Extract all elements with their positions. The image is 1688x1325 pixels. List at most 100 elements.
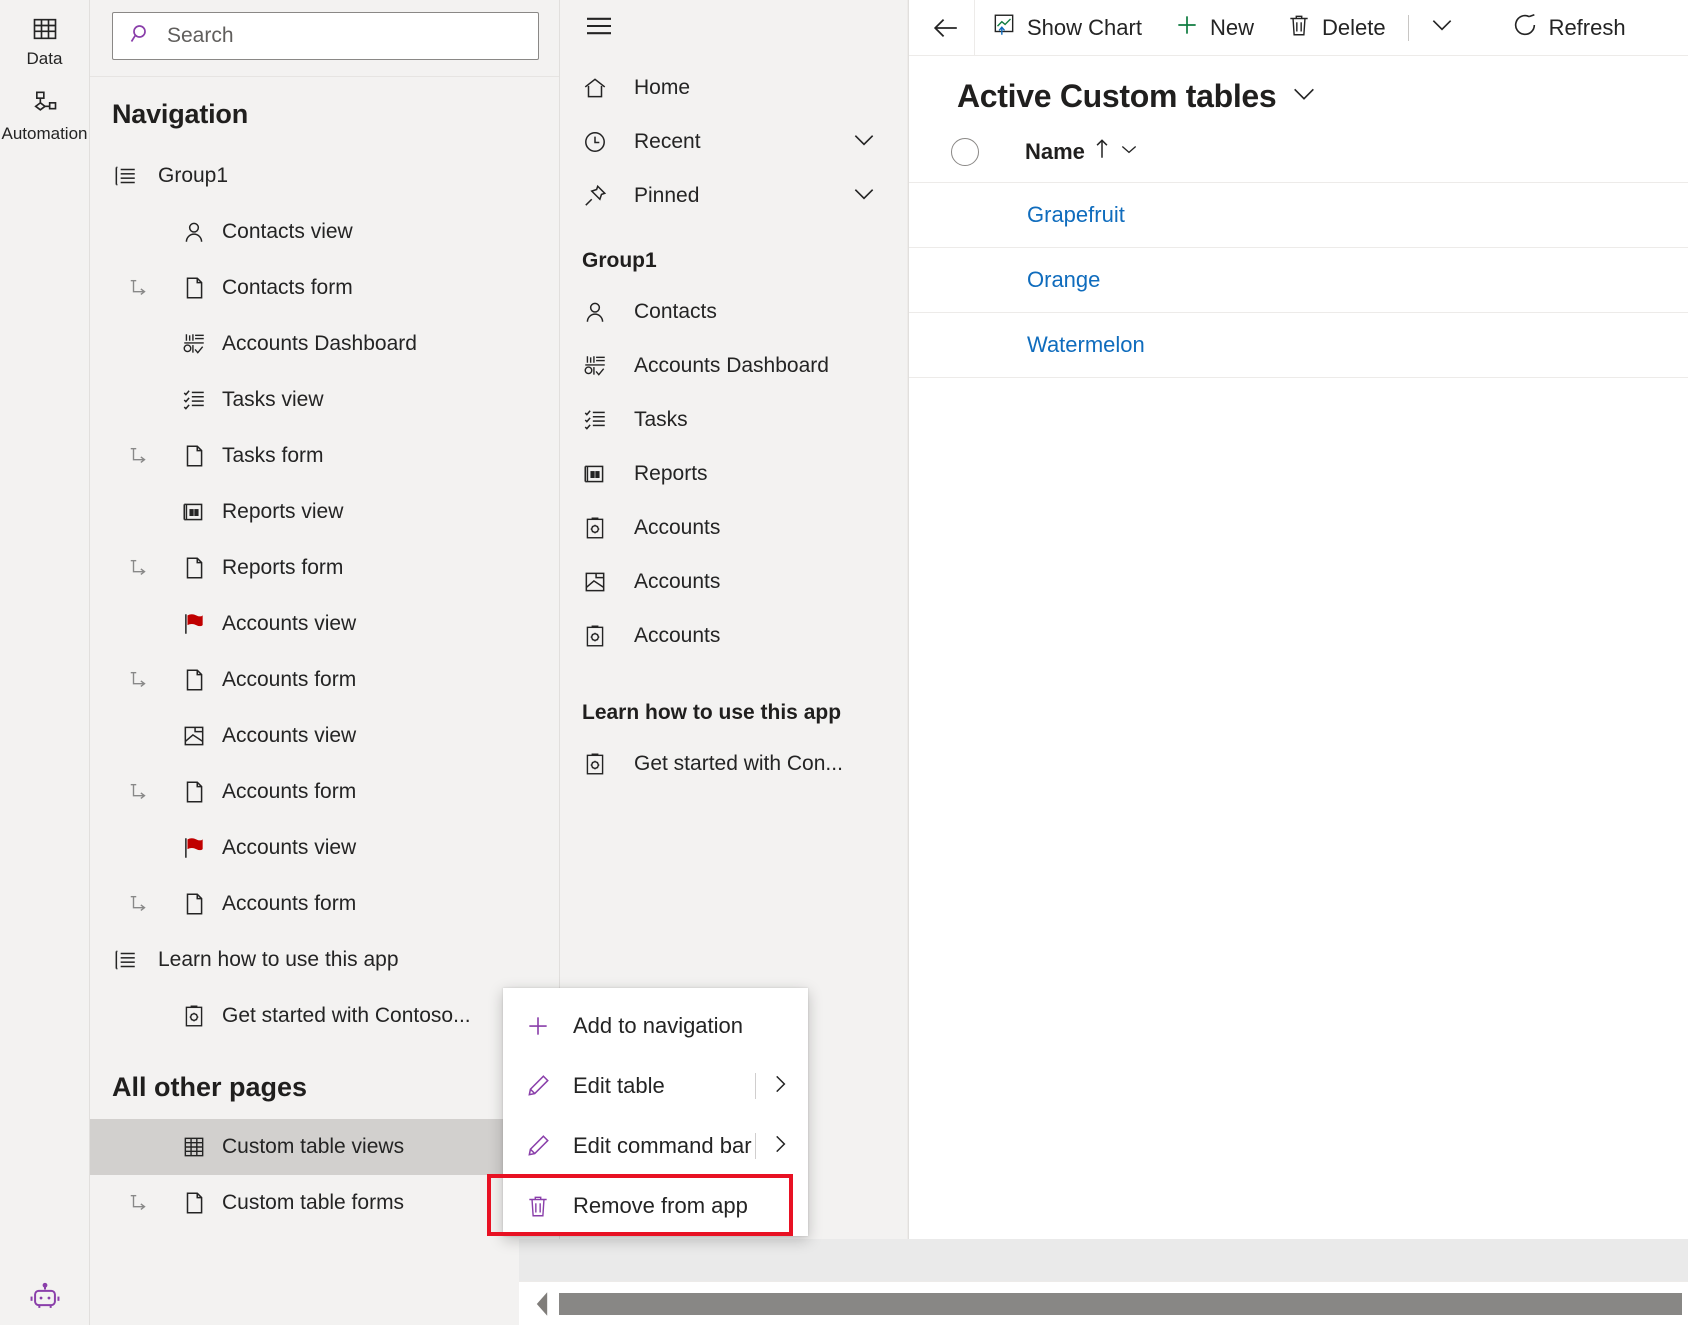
- app-nav-item-accounts-dashboard[interactable]: Accounts Dashboard: [560, 339, 907, 393]
- scroll-left-arrow-icon[interactable]: [525, 1291, 559, 1317]
- app-nav-item-home[interactable]: Home: [560, 61, 907, 115]
- app-nav-label: Accounts: [634, 516, 721, 539]
- nav-item-contacts-form[interactable]: Contacts form: [90, 260, 559, 316]
- nav-item-accounts-view-2[interactable]: Accounts view: [90, 708, 559, 764]
- nav-item-group1[interactable]: Group1: [90, 148, 559, 204]
- plus-icon: [525, 1013, 573, 1039]
- clipboard-gear-icon: [582, 623, 634, 649]
- nav-item-learn-group[interactable]: Learn how to use this app: [90, 932, 559, 988]
- horizontal-scrollbar[interactable]: [519, 1281, 1688, 1325]
- app-nav-item-recent[interactable]: Recent: [560, 115, 907, 169]
- search-placeholder: Search: [167, 24, 234, 47]
- row-link-name[interactable]: Watermelon: [1027, 332, 1145, 358]
- rail-item-automation[interactable]: Automation: [0, 69, 89, 144]
- app-nav-item-tasks[interactable]: Tasks: [560, 393, 907, 447]
- subitem-arrow-icon: [128, 669, 174, 691]
- app-nav-item-accounts-2[interactable]: Accounts: [560, 555, 907, 609]
- chevron-down-icon[interactable]: [1290, 84, 1318, 109]
- nav-item-label: Custom table forms: [222, 1191, 405, 1214]
- nav-item-accounts-view-3[interactable]: Accounts view: [90, 820, 559, 876]
- context-menu: Add to navigation Edit table Edit comman…: [503, 988, 808, 1236]
- app-nav-group-heading-learn: Learn how to use this app: [582, 701, 842, 724]
- app-nav-item-accounts-1[interactable]: Accounts: [560, 501, 907, 555]
- report-bar-icon: [174, 499, 214, 525]
- pencil-icon: [525, 1133, 573, 1159]
- chevron-right-icon[interactable]: [770, 1132, 790, 1161]
- context-menu-submenu[interactable]: [755, 1132, 790, 1161]
- context-menu-label: Remove from app: [573, 1193, 748, 1218]
- app-nav-label: Recent: [634, 130, 701, 153]
- nav-item-tasks-form[interactable]: Tasks form: [90, 428, 559, 484]
- nav-item-accounts-dashboard[interactable]: Accounts Dashboard: [90, 316, 559, 372]
- show-chart-button[interactable]: Show Chart: [975, 0, 1158, 56]
- chevron-down-icon[interactable]: [851, 130, 877, 155]
- refresh-button[interactable]: Refresh: [1495, 0, 1642, 56]
- app-nav-item-pinned[interactable]: Pinned: [560, 169, 907, 223]
- column-header-name[interactable]: Name: [1025, 137, 1139, 166]
- folder-page-icon: [582, 569, 634, 595]
- red-flag-icon: [174, 611, 214, 637]
- form-page-icon: [174, 275, 214, 301]
- row-link-name[interactable]: Orange: [1027, 267, 1100, 293]
- table-row[interactable]: Orange: [909, 248, 1688, 313]
- column-label: Name: [1025, 138, 1085, 164]
- table-row[interactable]: Watermelon: [909, 313, 1688, 378]
- nav-item-label: Custom table views: [222, 1135, 405, 1158]
- app-nav-label: Reports: [634, 462, 708, 485]
- app-nav-group-heading-group1: Group1: [582, 249, 657, 272]
- nav-item-label: Learn how to use this app: [158, 948, 399, 971]
- view-selector[interactable]: Active Custom tables: [909, 56, 1688, 121]
- search-icon: [129, 22, 153, 51]
- nav-item-accounts-view-1[interactable]: Accounts view: [90, 596, 559, 652]
- context-menu-item-edit-table[interactable]: Edit table: [503, 1056, 808, 1116]
- scrollbar-track[interactable]: [559, 1292, 1682, 1315]
- context-menu-item-remove-from-app[interactable]: Remove from app: [503, 1176, 808, 1236]
- copilot-robot-icon[interactable]: [0, 1281, 90, 1315]
- contact-person-icon: [582, 299, 634, 325]
- navigation-scroll: Navigation Group1 Contacts view Contacts…: [90, 77, 559, 1325]
- new-button[interactable]: New: [1158, 0, 1270, 56]
- clock-icon: [582, 129, 634, 155]
- trash-icon: [525, 1193, 573, 1219]
- app-nav-item-contacts[interactable]: Contacts: [560, 285, 907, 339]
- trash-icon: [1286, 12, 1312, 43]
- chevron-right-icon[interactable]: [770, 1072, 790, 1101]
- nav-item-reports-view[interactable]: Reports view: [90, 484, 559, 540]
- nav-item-contacts-view[interactable]: Contacts view: [90, 204, 559, 260]
- delete-button[interactable]: Delete: [1270, 0, 1402, 56]
- nav-item-custom-table-forms[interactable]: Custom table forms: [90, 1175, 559, 1231]
- search-input[interactable]: Search: [112, 12, 539, 60]
- context-menu-item-edit-command-bar[interactable]: Edit command bar: [503, 1116, 808, 1176]
- nav-item-accounts-form-3[interactable]: Accounts form: [90, 876, 559, 932]
- subitem-arrow-icon: [128, 781, 174, 803]
- nav-item-label: Reports view: [222, 500, 344, 523]
- nav-item-get-started[interactable]: Get started with Contoso...: [90, 988, 559, 1044]
- context-menu-submenu[interactable]: [755, 1072, 790, 1101]
- nav-item-accounts-form-2[interactable]: Accounts form: [90, 764, 559, 820]
- back-arrow-icon[interactable]: [917, 0, 975, 56]
- plus-icon: [1174, 12, 1200, 43]
- nav-item-custom-table-views[interactable]: Custom table views •••: [90, 1119, 559, 1175]
- rail-item-data[interactable]: Data: [0, 0, 89, 69]
- chevron-down-icon[interactable]: [851, 184, 877, 209]
- nav-item-label: Accounts Dashboard: [222, 332, 417, 355]
- select-all-circle-icon[interactable]: [951, 137, 979, 166]
- subitem-arrow-icon: [128, 277, 174, 299]
- row-link-name[interactable]: Grapefruit: [1027, 202, 1125, 228]
- chevron-down-icon[interactable]: [1119, 141, 1139, 162]
- clipboard-gear-icon: [582, 751, 634, 777]
- table-row[interactable]: Grapefruit: [909, 183, 1688, 248]
- nav-item-reports-form[interactable]: Reports form: [90, 540, 559, 596]
- scrollbar-thumb[interactable]: [559, 1292, 1682, 1315]
- app-nav-label: Accounts: [634, 570, 721, 593]
- app-nav-item-get-started[interactable]: Get started with Con...: [560, 737, 907, 791]
- app-nav-item-accounts-3[interactable]: Accounts: [560, 609, 907, 663]
- context-menu-item-add-to-navigation[interactable]: Add to navigation: [503, 996, 808, 1056]
- show-chart-icon: [991, 12, 1017, 43]
- hamburger-menu-icon[interactable]: [560, 0, 611, 43]
- nav-item-tasks-view[interactable]: Tasks view: [90, 372, 559, 428]
- delete-label: Delete: [1321, 14, 1386, 40]
- app-nav-item-reports[interactable]: Reports: [560, 447, 907, 501]
- command-overflow-button[interactable]: [1415, 0, 1469, 56]
- nav-item-accounts-form-1[interactable]: Accounts form: [90, 652, 559, 708]
